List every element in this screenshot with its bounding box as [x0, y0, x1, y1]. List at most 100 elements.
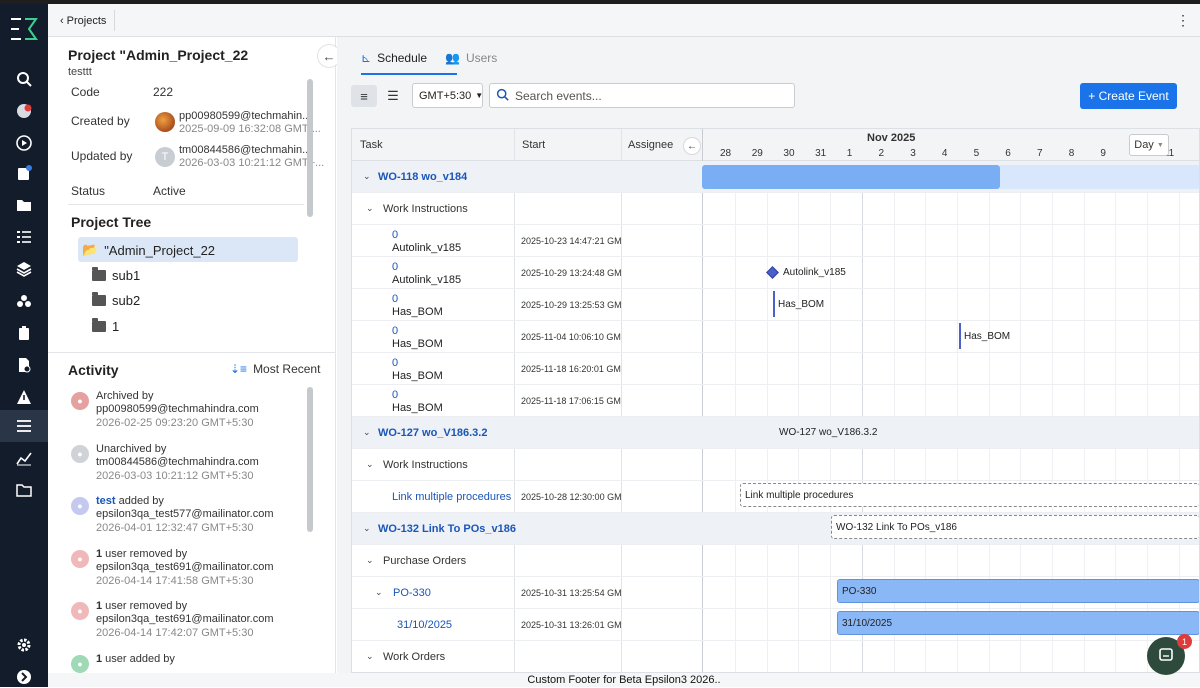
- scale-select[interactable]: Day ▼: [1129, 134, 1169, 156]
- gantt-bar-wo118-tail[interactable]: [1000, 165, 1199, 189]
- group-row[interactable]: ⌄ WO-118 wo_v184: [352, 161, 702, 193]
- parts-icon[interactable]: [12, 290, 36, 312]
- search-events-field[interactable]: [489, 83, 795, 108]
- task-number[interactable]: 0: [392, 261, 398, 273]
- folder-icon: [92, 267, 106, 281]
- run-icon[interactable]: [12, 132, 36, 154]
- chevron-down-icon[interactable]: ⌄: [366, 203, 374, 214]
- bullet-view-button[interactable]: ☰: [380, 85, 406, 107]
- activity-action-text: user added by: [102, 652, 175, 665]
- gantt-marker-hasbom[interactable]: [773, 291, 775, 317]
- archive-icon: ●: [71, 392, 89, 410]
- folder-icon[interactable]: [12, 194, 36, 216]
- activity-scrollbar[interactable]: [307, 387, 313, 532]
- files-icon[interactable]: [12, 479, 36, 501]
- task-name[interactable]: 31/10/2025: [397, 619, 452, 631]
- layers-icon[interactable]: [12, 258, 36, 280]
- header-assignee[interactable]: Assignee: [628, 139, 673, 151]
- chevron-down-icon[interactable]: ⌄: [363, 523, 371, 534]
- status-label: Status: [71, 184, 106, 198]
- chevron-down-icon[interactable]: ⌄: [366, 555, 374, 566]
- group-row[interactable]: ⌄ WO-127 wo_V186.3.2: [352, 417, 702, 449]
- warning-icon[interactable]: [12, 386, 36, 408]
- table-row[interactable]: 0 Has_BOM 2025-11-04 10:06:10 GMT: [352, 321, 702, 353]
- caret-down-icon: ▼: [1156, 141, 1164, 149]
- clipboard-icon[interactable]: [12, 322, 36, 344]
- app-logo[interactable]: [9, 16, 39, 42]
- table-row[interactable]: ⌄ PO-330 2025-10-31 13:25:54 GMT: [352, 577, 702, 609]
- document-check-icon[interactable]: [12, 354, 36, 376]
- chevron-down-icon[interactable]: ⌄: [375, 587, 383, 598]
- task-number[interactable]: 0: [392, 229, 398, 241]
- task-number[interactable]: 0: [392, 325, 398, 337]
- gantt-day-label: 31: [815, 148, 827, 159]
- gantt-row: [702, 289, 1199, 321]
- tree-item-sub2[interactable]: sub2: [92, 292, 140, 308]
- tree-root[interactable]: 📂 "Admin_Project_22: [82, 242, 215, 258]
- chevron-down-icon[interactable]: ⌄: [366, 459, 374, 470]
- task-name[interactable]: PO-330: [393, 587, 431, 599]
- task-number[interactable]: 0: [392, 293, 398, 305]
- chevron-down-icon[interactable]: ⌄: [363, 171, 371, 182]
- settings-icon[interactable]: [12, 634, 36, 656]
- group-row[interactable]: ⌄ WO-132 Link To POs_v186: [352, 513, 702, 545]
- procedures-icon[interactable]: [12, 162, 36, 184]
- tab-users[interactable]: 👥 Users: [445, 51, 497, 65]
- gantt-day-label: 1: [846, 148, 853, 159]
- list-view-button[interactable]: ≡: [351, 85, 377, 107]
- search-icon[interactable]: [12, 68, 36, 90]
- task-name[interactable]: WO-118 wo_v184: [378, 171, 467, 183]
- task-number[interactable]: 0: [392, 389, 398, 401]
- table-row[interactable]: 0 Has_BOM 2025-10-29 13:25:53 GMT: [352, 289, 702, 321]
- activity-action: 1 user removed by: [96, 600, 187, 612]
- more-menu-icon[interactable]: ⋮: [1176, 12, 1190, 29]
- task-name[interactable]: WO-127 wo_V186.3.2: [378, 427, 487, 439]
- details-scrollbar[interactable]: [307, 79, 313, 217]
- gantt-marker-hasbom[interactable]: [959, 323, 961, 349]
- divider: [48, 352, 336, 353]
- gantt-bar-link[interactable]: Link multiple procedures: [740, 483, 1199, 507]
- table-row[interactable]: 31/10/2025 2025-10-31 13:26:01 GMT: [352, 609, 702, 641]
- sort-most-recent[interactable]: ⇣≡ Most Recent: [230, 362, 320, 376]
- activity-lead[interactable]: test: [96, 495, 116, 507]
- collapse-grid-icon[interactable]: ←: [683, 137, 701, 155]
- chevron-down-icon[interactable]: ⌄: [363, 427, 371, 438]
- notifications-icon[interactable]: [12, 100, 36, 122]
- tab-schedule[interactable]: ⊾ Schedule: [361, 51, 457, 75]
- gantt-bar-wo118[interactable]: [702, 165, 1000, 189]
- nav-rail: [0, 4, 48, 687]
- table-row[interactable]: ⌄ Purchase Orders: [352, 545, 702, 577]
- task-number[interactable]: 0: [392, 357, 398, 369]
- activity-action: Unarchived by: [96, 443, 166, 455]
- header-start[interactable]: Start: [522, 139, 545, 151]
- table-row[interactable]: 0 Autolink_v185 2025-10-29 13:24:48 GMT: [352, 257, 702, 289]
- timezone-select[interactable]: GMT+5:30 ▼: [412, 83, 483, 108]
- breadcrumb-projects[interactable]: ‹ Projects: [52, 10, 116, 31]
- table-row[interactable]: ⌄ Work Instructions: [352, 193, 702, 225]
- chevron-down-icon[interactable]: ⌄: [366, 651, 374, 662]
- table-row[interactable]: Link multiple procedures 2025-10-28 12:30…: [352, 481, 702, 513]
- gantt-bar-po330[interactable]: PO-330: [837, 579, 1199, 603]
- table-row[interactable]: ⌄ Work Orders: [352, 641, 702, 672]
- table-row[interactable]: 0 Autolink_v185 2025-10-23 14:47:21 GMT: [352, 225, 702, 257]
- table-row[interactable]: 0 Has_BOM 2025-11-18 16:20:01 GMT: [352, 353, 702, 385]
- search-input[interactable]: [515, 88, 775, 103]
- tree-item-1[interactable]: 1: [92, 318, 119, 334]
- projects-icon[interactable]: [12, 415, 36, 437]
- gantt-day-label: 7: [1037, 148, 1043, 159]
- task-name[interactable]: Link multiple procedures: [392, 491, 511, 503]
- header-task[interactable]: Task: [360, 139, 383, 151]
- activity-user: epsilon3qa_test577@mailinator.com: [96, 508, 274, 520]
- task-name[interactable]: WO-132 Link To POs_v186: [378, 523, 516, 535]
- table-row[interactable]: 0 Has_BOM 2025-11-18 17:06:15 GMT: [352, 385, 702, 417]
- gantt-bar-po-date[interactable]: 31/10/2025: [837, 611, 1199, 635]
- gantt-day-label: 29: [751, 148, 763, 159]
- checklist-icon[interactable]: [12, 226, 36, 248]
- table-row[interactable]: ⌄ Work Instructions: [352, 449, 702, 481]
- activity-user: epsilon3qa_test691@mailinator.com: [96, 613, 274, 625]
- gantt-bar-wo132[interactable]: WO-132 Link To POs_v186: [831, 515, 1199, 539]
- tree-item-sub1[interactable]: sub1: [92, 267, 140, 283]
- create-event-button[interactable]: + Create Event: [1080, 83, 1177, 109]
- analytics-icon[interactable]: [12, 447, 36, 469]
- expand-icon[interactable]: [12, 666, 36, 688]
